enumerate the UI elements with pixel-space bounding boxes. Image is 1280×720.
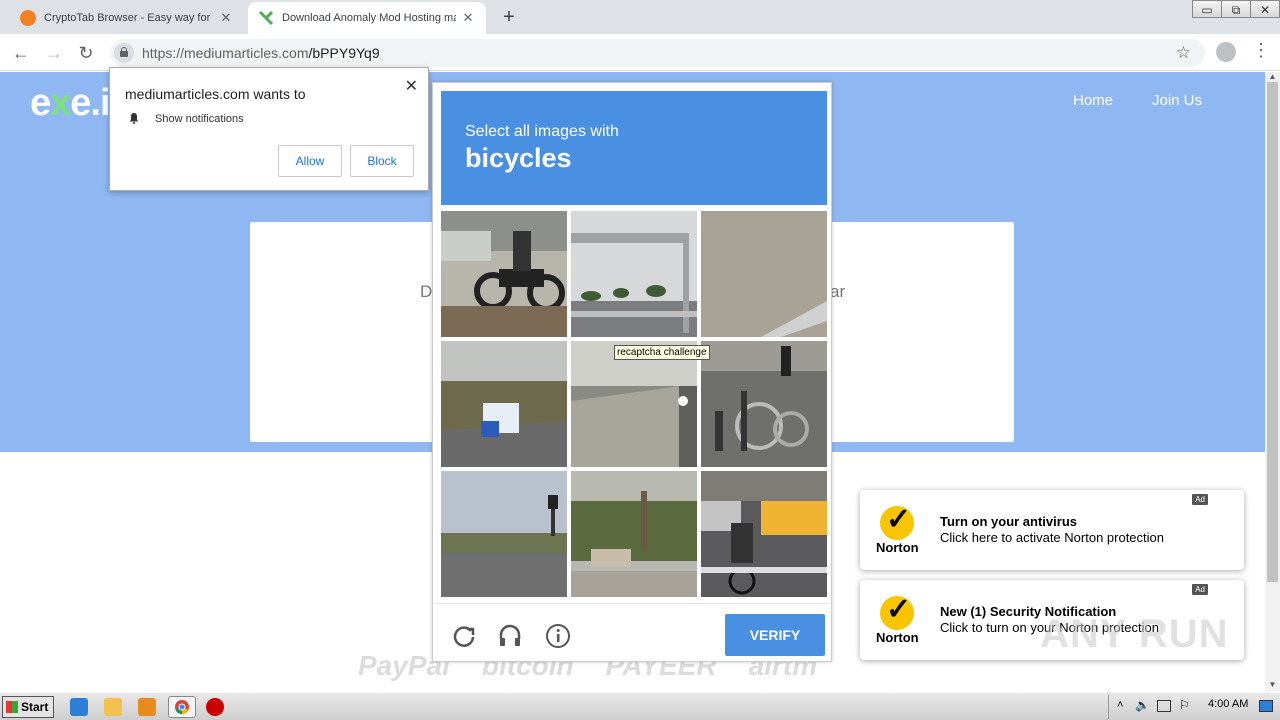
image-tile[interactable] xyxy=(701,471,827,597)
close-icon[interactable]: ✕ xyxy=(405,76,418,96)
media-player-icon[interactable] xyxy=(138,698,156,716)
norton-logo: Norton xyxy=(876,592,926,646)
scroll-up-icon[interactable]: ▲ xyxy=(1265,72,1280,82)
new-tab-button[interactable]: + xyxy=(498,6,520,29)
norton-check-icon xyxy=(880,592,914,630)
ad-badge: Ad xyxy=(1192,494,1208,505)
image-tile[interactable] xyxy=(441,471,567,597)
card-text-right: ar xyxy=(830,282,846,301)
tab-cryptotab[interactable]: CryptoTab Browser - Easy way for B ✕ xyxy=(10,2,244,34)
permission-item: Show notifications xyxy=(155,113,244,125)
speaker-icon[interactable]: 🔈 xyxy=(1135,698,1150,712)
norton-check-icon xyxy=(880,502,914,540)
challenge-header: Select all images with bicycles xyxy=(441,91,827,205)
action-center-flag-icon[interactable]: ⚐ xyxy=(1179,698,1190,712)
back-button[interactable]: ← xyxy=(9,41,33,65)
restore-button[interactable]: ⧉ xyxy=(1221,0,1251,18)
windows-logo-icon xyxy=(6,701,18,713)
recaptcha-tooltip: recaptcha challenge xyxy=(614,345,710,360)
tab-close-icon[interactable]: ✕ xyxy=(460,10,476,26)
card-text-left: D xyxy=(420,282,433,301)
tray-arrow-icon[interactable]: ˄ xyxy=(1117,699,1123,711)
image-tile[interactable] xyxy=(571,471,697,597)
ad-subtext: Click here to activate Norton protection xyxy=(940,530,1164,545)
bell-icon xyxy=(129,113,139,124)
nav-join-link[interactable]: Join Us xyxy=(1152,92,1202,109)
challenge-instruction: Select all images with xyxy=(465,123,619,140)
anyrun-watermark: ANY RUN xyxy=(1040,612,1229,656)
page-scrollbar[interactable]: ▲ ▼ xyxy=(1265,72,1280,692)
chrome-taskbar-button[interactable] xyxy=(168,696,196,718)
image-tile[interactable] xyxy=(571,211,697,337)
ad-badge: Ad xyxy=(1192,584,1208,595)
show-desktop-icon[interactable] xyxy=(1259,700,1273,712)
image-tile[interactable] xyxy=(701,341,827,467)
profile-avatar-icon[interactable] xyxy=(1216,42,1236,62)
tab-close-icon[interactable]: ✕ xyxy=(218,10,234,26)
browser-menu-icon[interactable]: ⋮ xyxy=(1252,40,1270,61)
challenge-target: bicycles xyxy=(465,143,572,173)
taskbar-clock[interactable]: 4:00 AM xyxy=(1208,698,1248,710)
logo-part: x xyxy=(50,82,71,124)
network-icon[interactable] xyxy=(1157,700,1171,712)
norton-brand: Norton xyxy=(876,540,919,555)
lock-icon[interactable] xyxy=(114,43,134,63)
nav-home-link[interactable]: Home xyxy=(1073,92,1113,109)
site-logo[interactable]: exe.i xyxy=(30,82,111,125)
windows-taskbar: Start ˄ 🔈 ⚐ xyxy=(0,692,1280,720)
reload-challenge-icon[interactable] xyxy=(451,623,477,649)
ad-heading: Turn on your antivirus xyxy=(940,514,1077,529)
verify-button[interactable]: VERIFY xyxy=(725,614,825,656)
tab-title: CryptoTab Browser - Easy way for B xyxy=(44,12,214,24)
scroll-down-icon[interactable]: ▼ xyxy=(1265,680,1280,690)
allow-button[interactable]: Allow xyxy=(278,145,342,177)
block-button[interactable]: Block xyxy=(350,145,414,177)
url-path: /bPPY9Yq9 xyxy=(308,45,380,61)
forward-button[interactable]: → xyxy=(42,41,66,65)
url-host: https://mediumarticles.com xyxy=(142,45,309,61)
address-bar[interactable]: https://mediumarticles.com/bPPY9Yq9 ☆ xyxy=(110,39,1205,67)
bookmark-star-icon[interactable]: ☆ xyxy=(1176,43,1191,63)
recaptcha-challenge: Select all images with bicycles VERIFY xyxy=(432,82,832,662)
cryptotab-favicon-icon xyxy=(20,10,36,26)
opera-icon[interactable] xyxy=(206,698,224,716)
tab-anomaly-mod[interactable]: Download Anomaly Mod Hosting mas ✕ xyxy=(248,2,486,34)
start-label: Start xyxy=(21,700,49,714)
site-favicon-icon xyxy=(258,10,274,26)
image-tile[interactable] xyxy=(701,211,827,337)
norton-brand: Norton xyxy=(876,630,919,645)
close-window-button[interactable]: ✕ xyxy=(1250,0,1280,18)
image-tile[interactable] xyxy=(441,211,567,337)
start-button[interactable]: Start xyxy=(2,696,54,718)
tab-bar: CryptoTab Browser - Easy way for B ✕ Dow… xyxy=(0,0,1280,34)
reload-button[interactable]: ↻ xyxy=(74,41,98,65)
notification-permission-dialog: mediumarticles.com wants to ✕ Show notif… xyxy=(109,67,429,191)
window-controls: ▭ ⧉ ✕ xyxy=(1192,0,1280,18)
challenge-footer: VERIFY xyxy=(433,603,831,661)
internet-explorer-icon[interactable] xyxy=(70,698,88,716)
chrome-icon xyxy=(175,700,189,715)
permission-title: mediumarticles.com wants to xyxy=(125,86,306,102)
system-tray: ˄ 🔈 ⚐ xyxy=(1108,695,1280,719)
logo-part: e.i xyxy=(70,82,110,124)
browser-toolbar: ← → ↻ https://mediumarticles.com/bPPY9Yq… xyxy=(0,34,1280,71)
audio-challenge-icon[interactable] xyxy=(497,623,523,649)
url-text[interactable]: https://mediumarticles.com/bPPY9Yq9 xyxy=(142,45,380,61)
norton-logo: Norton xyxy=(876,502,926,556)
norton-ad-notification[interactable]: Norton Turn on your antivirus Click here… xyxy=(860,490,1244,570)
folder-icon[interactable] xyxy=(104,698,122,716)
tab-title: Download Anomaly Mod Hosting mas xyxy=(282,12,456,24)
info-icon[interactable] xyxy=(545,623,571,649)
scroll-thumb[interactable] xyxy=(1267,82,1278,582)
image-tile[interactable] xyxy=(441,341,567,467)
minimize-button[interactable]: ▭ xyxy=(1192,0,1222,18)
logo-part: e xyxy=(30,82,51,124)
